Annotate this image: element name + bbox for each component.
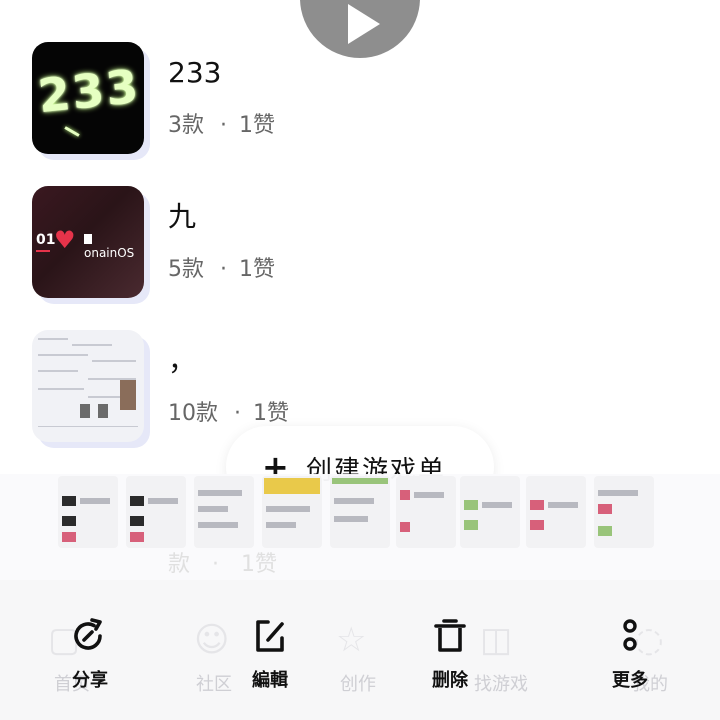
mini-line [198,522,238,528]
screenshot-line [38,370,78,372]
screenshot-image [120,380,136,410]
ghost-likes: 1赞 [241,552,278,577]
mini-banner [332,478,388,484]
screenshot-thumb[interactable] [594,476,654,548]
collection-thumbnail [32,330,144,442]
mini-block [130,496,144,506]
collection-thumbnail: 01 ♥ onainOS [32,186,144,298]
list-item[interactable]: 233 233 3款 · 1赞 [32,42,632,154]
ghost-collection-meta: 款 · 1赞 [168,546,277,578]
mini-line [414,492,444,498]
mini-block [464,520,478,530]
thumbnail-brand: onainOS [84,232,144,260]
more-label: 更多 [612,670,648,691]
mini-line [266,506,310,512]
screenshot-thumb[interactable] [194,476,254,548]
mini-block [530,500,544,510]
brand-text: onainOS [84,246,135,260]
screenshot-thumb[interactable] [262,476,322,548]
mini-block [598,526,612,536]
brand-logo-icon [84,234,92,244]
mini-block [400,490,410,500]
share-icon [74,618,102,650]
delete-button[interactable]: 删除 [400,616,500,696]
edit-button[interactable]: 編輯 [220,616,320,696]
screenshot-thumb[interactable] [58,476,118,548]
collection-title: 九 [168,200,197,233]
tab-create: 创作 [340,674,376,695]
more-button[interactable]: 更多 [580,616,680,696]
like-count: 1赞 [239,113,275,138]
thumbnail-scratch [64,126,80,137]
mini-block [400,522,410,532]
mini-block [62,516,76,526]
screenshot-thumb[interactable] [126,476,186,548]
heart-icon: ♥ [54,226,76,254]
mini-block [130,532,144,542]
collection-meta: 5款 · 1赞 [168,256,275,284]
mini-line [80,498,110,504]
separator-dot: · [234,401,241,426]
mini-line [266,522,296,528]
screenshot-thumb[interactable] [526,476,586,548]
star-icon: ☆ [336,620,367,660]
game-count: 5款 [168,257,204,282]
screenshot-thumb[interactable] [330,476,390,548]
edit-label: 編輯 [252,670,288,691]
ghost-count: 款 [168,552,191,577]
mini-line [548,502,578,508]
edit-icon [256,620,284,652]
screenshot-line [72,344,112,346]
screenshot-line [38,388,84,390]
separator-dot: · [220,257,227,282]
mini-banner [264,478,320,494]
share-button[interactable]: 分享 [40,616,140,696]
screenshot-line [38,354,88,356]
mini-line [482,502,512,508]
game-count: 3款 [168,113,204,138]
game-count: 10款 [168,401,218,426]
more-icon [623,619,637,651]
delete-label: 删除 [432,670,468,691]
screenshot-line [92,360,136,362]
screenshot-thumb[interactable] [396,476,456,548]
collection-title: 233 [168,56,222,89]
mini-block [62,532,76,542]
thumbnail-text: 233 [35,58,143,124]
mini-line [198,490,242,496]
collection-meta: 3款 · 1赞 [168,112,275,140]
mini-line [148,498,178,504]
collection-title: ， [168,344,197,377]
collection-meta: 10款 · 1赞 [168,400,289,428]
mini-block [130,516,144,526]
screenshot-image [80,404,90,418]
mini-line [598,490,638,496]
mini-block [530,520,544,530]
mini-line [334,498,374,504]
separator-dot: · [212,552,220,577]
list-item[interactable]: 01 ♥ onainOS 九 5款 · 1赞 [32,186,632,298]
separator-dot: · [220,113,227,138]
screenshot-line [38,338,68,340]
trash-icon [434,619,466,652]
badge-underline [36,250,50,252]
mini-line [198,506,228,512]
thumbnail-badge: 01 [36,232,56,248]
like-count: 1赞 [253,401,289,426]
mini-line [334,516,368,522]
mini-block [464,500,478,510]
mini-block [598,504,612,514]
screenshot-image [98,404,108,418]
screenshot-strip [0,474,720,580]
bottom-action-toolbar: ▢ 首页 ☺ 社区 ☆ 创作 ◫ 找游戏 ◌ 我的 分享 編輯 删除 更多 [0,580,720,720]
screenshot-thumb[interactable] [460,476,520,548]
like-count: 1赞 [239,257,275,282]
mini-block [62,496,76,506]
share-label: 分享 [72,670,108,691]
screenshot-line [38,426,138,427]
collection-thumbnail: 233 [32,42,144,154]
